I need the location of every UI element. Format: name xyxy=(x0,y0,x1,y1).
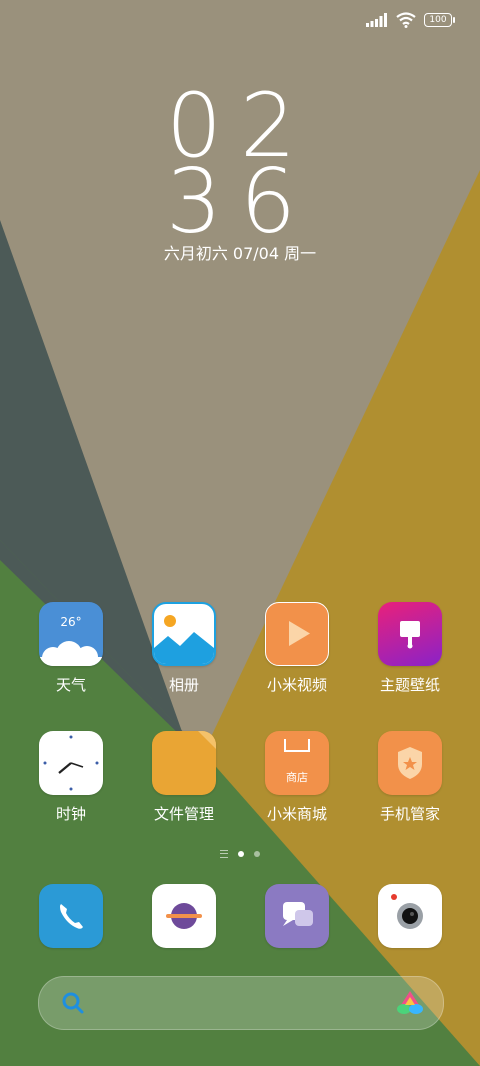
battery-icon: 100 xyxy=(424,13,455,27)
messages-icon xyxy=(265,884,329,948)
app-weather[interactable]: 26° 天气 xyxy=(16,602,126,695)
dock-phone[interactable] xyxy=(16,884,126,948)
app-mi-video[interactable]: 小米视频 xyxy=(242,602,352,695)
camera-icon xyxy=(378,884,442,948)
app-label: 相册 xyxy=(168,676,199,694)
gallery-icon xyxy=(152,602,216,666)
search-icon[interactable] xyxy=(61,991,85,1015)
phone-icon xyxy=(39,884,103,948)
clock-minutes: 36 xyxy=(166,150,314,253)
video-play-icon xyxy=(265,602,329,666)
app-label: 时钟 xyxy=(55,805,86,823)
signal-icon xyxy=(366,13,387,27)
weather-temperature: 26° xyxy=(60,615,81,629)
app-file-manager[interactable]: 文件管理 xyxy=(129,731,239,824)
store-badge-text: 商店 xyxy=(286,770,308,784)
app-security[interactable]: 手机管家 xyxy=(355,731,465,824)
wifi-icon xyxy=(396,12,416,28)
folder-icon xyxy=(152,731,216,795)
page-dot-active[interactable] xyxy=(238,851,244,857)
app-label: 手机管家 xyxy=(379,805,440,823)
dock-browser[interactable] xyxy=(129,884,239,948)
home-screen: 100 02 36 六月初六 07/04 周一 26° 天气 相册 小米视频 主… xyxy=(0,0,480,1066)
status-bar: 100 xyxy=(366,12,455,28)
weather-icon: 26° xyxy=(39,602,103,666)
app-label: 文件管理 xyxy=(153,805,214,823)
browser-planet-icon xyxy=(152,884,216,948)
store-bag-icon: 商店 xyxy=(265,731,329,795)
page-indicator xyxy=(0,850,480,858)
themes-brush-icon xyxy=(378,602,442,666)
security-shield-icon xyxy=(378,731,442,795)
assistant-icon[interactable] xyxy=(395,989,425,1017)
app-gallery[interactable]: 相册 xyxy=(129,602,239,695)
page-list-icon[interactable] xyxy=(220,850,228,858)
page-dot[interactable] xyxy=(254,851,260,857)
search-bar[interactable] xyxy=(38,976,444,1030)
dock-camera[interactable] xyxy=(355,884,465,948)
date-line: 六月初六 07/04 周一 xyxy=(163,244,317,263)
battery-level: 100 xyxy=(429,15,447,25)
app-label: 天气 xyxy=(55,676,86,694)
app-label: 小米视频 xyxy=(266,676,327,694)
dock-messages[interactable] xyxy=(242,884,352,948)
app-themes[interactable]: 主题壁纸 xyxy=(355,602,465,695)
app-mi-store[interactable]: 商店 小米商城 xyxy=(242,731,352,824)
app-label: 主题壁纸 xyxy=(379,676,440,694)
app-label: 小米商城 xyxy=(266,805,327,823)
app-clock[interactable]: 时钟 xyxy=(16,731,126,824)
clock-icon xyxy=(39,731,103,795)
